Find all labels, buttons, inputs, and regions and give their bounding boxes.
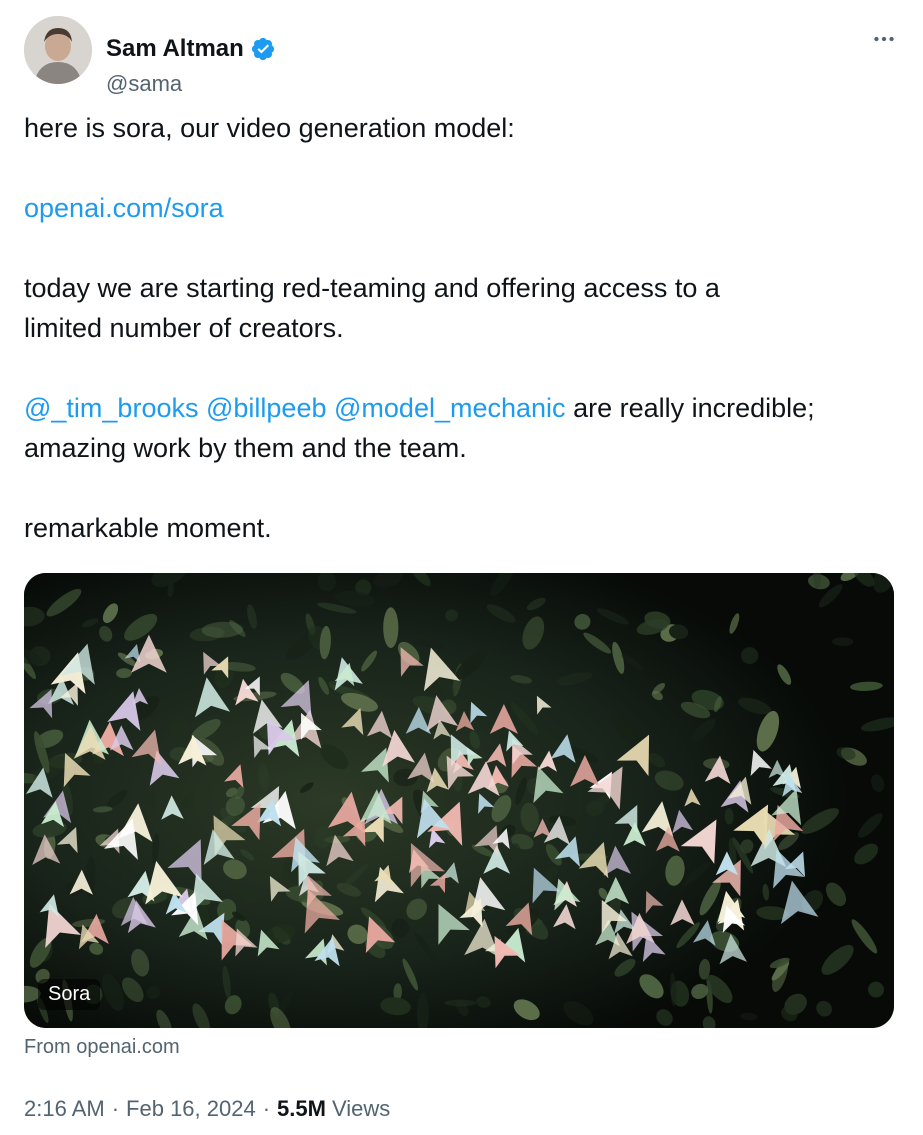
link-source[interactable]: From openai.com <box>24 1036 180 1059</box>
tweet-line: limited number of creators. <box>24 313 344 343</box>
separator: · <box>262 1096 271 1121</box>
tweet-line: amazing work by them and the team. <box>24 433 467 463</box>
views-label: Views <box>331 1096 391 1121</box>
tweet-date[interactable]: Feb 16, 2024 <box>126 1096 256 1122</box>
external-link[interactable]: openai.com/sora <box>24 193 224 223</box>
tweet-line: here is sora, our video generation model… <box>24 113 515 143</box>
tweet-meta: 2:16 AM · Feb 16, 2024 · 5.5M Views <box>24 1096 390 1122</box>
video-card[interactable]: Sora <box>24 573 894 1028</box>
mention-link[interactable]: @_tim_brooks <box>24 393 198 423</box>
tweet-header: Sam Altman @sama <box>24 16 899 96</box>
mention-link[interactable]: @billpeeb <box>206 393 327 423</box>
author-name-row: Sam Altman <box>106 34 276 64</box>
tweet-time[interactable]: 2:16 AM <box>24 1096 105 1122</box>
mention-link[interactable]: @model_mechanic <box>334 393 566 423</box>
author-handle[interactable]: @sama <box>106 70 182 98</box>
avatar[interactable] <box>24 16 92 84</box>
more-button[interactable] <box>869 24 899 54</box>
tweet-line: remarkable moment. <box>24 513 272 543</box>
verified-badge-icon <box>251 37 274 61</box>
tweet-text: here is sora, our video generation model… <box>24 108 894 548</box>
media-label: Sora <box>38 979 101 1010</box>
separator: · <box>111 1096 120 1121</box>
tweet-line: today we are starting red-teaming and of… <box>24 273 720 303</box>
leaf-shape <box>383 607 399 649</box>
author-name[interactable]: Sam Altman <box>106 34 244 64</box>
video-thumbnail <box>24 573 894 1028</box>
more-horizontal-icon <box>874 36 894 42</box>
tweet-line: are really incredible; <box>573 393 815 423</box>
views-count: 5.5M <box>277 1096 326 1121</box>
leaf-shape <box>444 999 477 1007</box>
